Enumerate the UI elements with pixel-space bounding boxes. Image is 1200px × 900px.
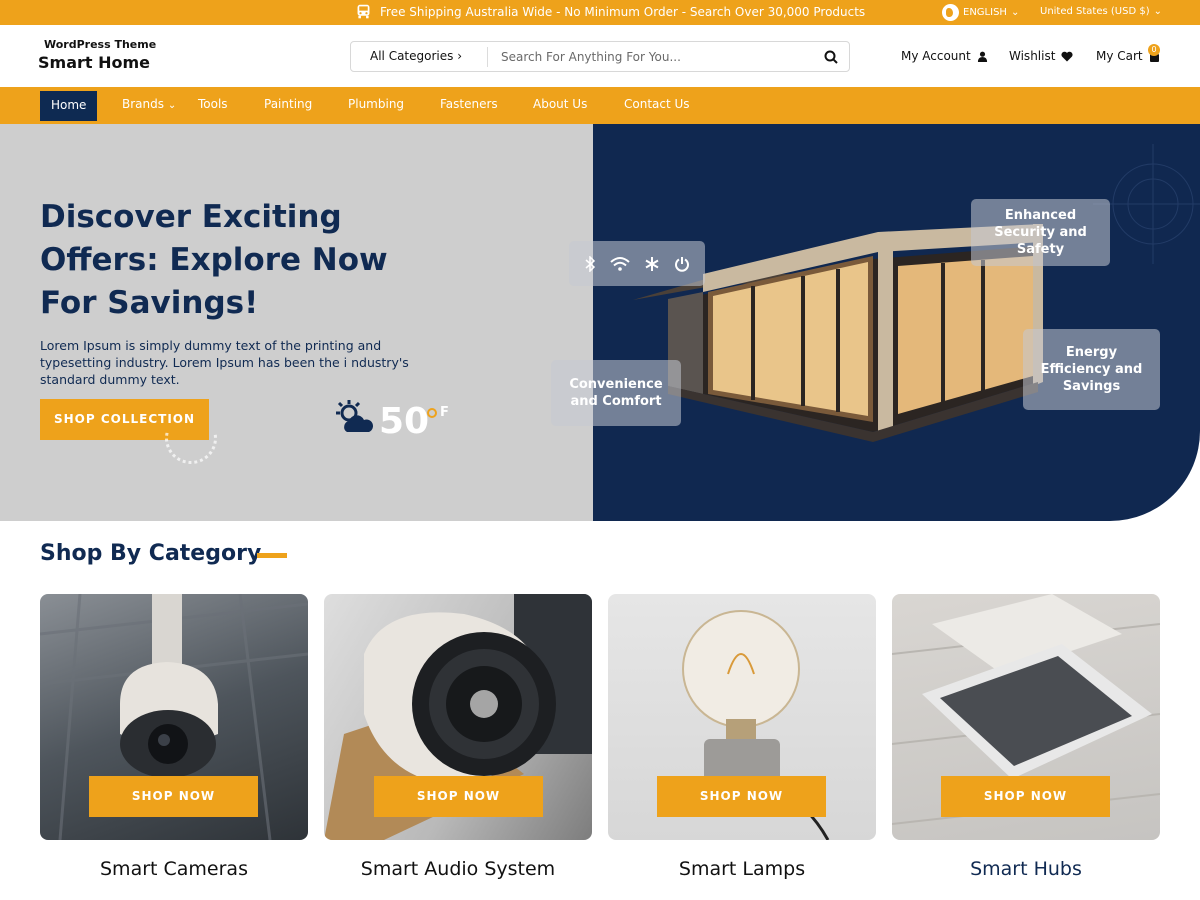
- snowflake-icon[interactable]: [644, 256, 660, 272]
- feature-convenience-card: Convenience and Comfort: [551, 360, 681, 426]
- nav-item-brands[interactable]: Brands ⌄: [122, 97, 176, 111]
- chevron-right-icon: ›: [457, 49, 463, 63]
- category-card-hubs[interactable]: SHOP NOW: [892, 594, 1160, 840]
- category-label-hubs[interactable]: Smart Hubs: [892, 858, 1160, 880]
- search-input[interactable]: [501, 47, 801, 67]
- nav-item-about-us[interactable]: About Us: [533, 97, 587, 111]
- wishlist-label: Wishlist: [1009, 49, 1056, 63]
- search-divider: [487, 47, 488, 67]
- hero-description: Lorem Ipsum is simply dummy text of the …: [40, 338, 409, 387]
- nav-item-brands-label: Brands: [122, 97, 164, 111]
- nav-item-fasteners[interactable]: Fasteners: [440, 97, 498, 111]
- wifi-icon[interactable]: [610, 256, 630, 272]
- logo-tagline[interactable]: WordPress Theme: [44, 38, 156, 51]
- shop-now-button[interactable]: SHOP NOW: [657, 776, 826, 817]
- smart-controls-panel: [569, 241, 705, 286]
- site-header: WordPress Theme Smart Home All Categorie…: [0, 25, 1200, 87]
- power-icon[interactable]: [674, 256, 690, 272]
- nav-item-painting[interactable]: Painting: [264, 97, 312, 111]
- top-announcement-bar: Free Shipping Australia Wide - No Minimu…: [0, 0, 1200, 25]
- cart-count-badge: 0: [1148, 44, 1160, 56]
- bus-icon: [357, 4, 370, 19]
- category-card-audio[interactable]: SHOP NOW: [324, 594, 592, 840]
- cart-label: My Cart: [1096, 49, 1143, 63]
- user-icon: [977, 51, 987, 62]
- my-account-link[interactable]: My Account: [901, 49, 988, 63]
- hero-heading: Discover Exciting Offers: Explore Now Fo…: [40, 199, 388, 321]
- my-account-label: My Account: [901, 49, 971, 63]
- weather-widget: 50 F: [335, 400, 449, 444]
- section-title: Shop By Category: [40, 541, 262, 566]
- nav-item-contact-us[interactable]: Contact Us: [624, 97, 690, 111]
- shop-now-button[interactable]: SHOP NOW: [941, 776, 1110, 817]
- globe-icon: [942, 4, 959, 21]
- hero-right-panel: [593, 124, 1200, 521]
- chevron-down-icon: ⌄: [167, 100, 177, 111]
- chevron-down-icon: ⌄: [1153, 6, 1162, 17]
- bluetooth-icon[interactable]: [584, 255, 596, 272]
- category-dropdown[interactable]: All Categories ›: [370, 49, 462, 63]
- feature-energy-card: Energy Efficiency and Savings: [1023, 329, 1160, 410]
- category-label-audio[interactable]: Smart Audio System: [324, 858, 592, 880]
- heart-icon: [1061, 51, 1073, 61]
- category-dropdown-label: All Categories: [370, 49, 454, 63]
- temperature-value: 50: [379, 401, 430, 442]
- feature-security-card: Enhanced Security and Safety: [971, 199, 1110, 266]
- nav-item-tools[interactable]: Tools: [198, 97, 228, 111]
- currency-label: United States (USD $): [1040, 6, 1150, 17]
- nav-item-plumbing[interactable]: Plumbing: [348, 97, 404, 111]
- main-navigation: Home Brands ⌄ Tools Painting Plumbing Fa…: [0, 87, 1200, 124]
- house-illustration: [633, 144, 1200, 442]
- search-icon[interactable]: [823, 49, 839, 65]
- weather-icon: [336, 400, 373, 432]
- category-card-lamps[interactable]: SHOP NOW: [608, 594, 876, 840]
- currency-selector[interactable]: United States (USD $) ⌄: [1040, 6, 1162, 17]
- nav-item-home[interactable]: Home: [40, 91, 98, 121]
- logo-title[interactable]: Smart Home: [38, 53, 150, 72]
- shop-now-button[interactable]: SHOP NOW: [89, 776, 258, 817]
- chevron-down-icon: ⌄: [1010, 7, 1020, 18]
- section-title-underline: [257, 553, 287, 558]
- category-label-cameras[interactable]: Smart Cameras: [40, 858, 308, 880]
- language-label: ENGLISH: [963, 7, 1007, 18]
- category-card-cameras[interactable]: SHOP NOW: [40, 594, 308, 840]
- shipping-text: Free Shipping Australia Wide - No Minimu…: [380, 4, 866, 19]
- language-selector[interactable]: ENGLISH ⌄: [942, 4, 1019, 21]
- category-label-lamps[interactable]: Smart Lamps: [608, 858, 876, 880]
- shipping-notice: Free Shipping Australia Wide - No Minimu…: [355, 3, 865, 20]
- wishlist-link[interactable]: Wishlist: [1009, 49, 1073, 63]
- temperature-unit: F: [440, 405, 449, 420]
- degree-symbol: [427, 408, 437, 418]
- shop-now-button[interactable]: SHOP NOW: [374, 776, 543, 817]
- search-bar: All Categories ›: [350, 41, 850, 72]
